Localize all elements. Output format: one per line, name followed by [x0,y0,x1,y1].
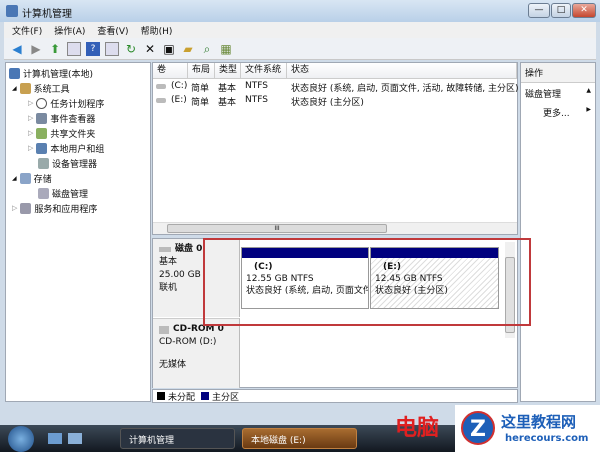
device-manager-icon [38,157,49,169]
menu-bar: 文件(F) 操作(A) 查看(V) 帮助(H) [4,22,596,38]
actions-title: 操作 [521,63,595,83]
settings-icon[interactable]: ▦ [219,42,233,56]
watermark-logo: Z [461,411,495,445]
cdrom-icon [159,325,169,334]
column-filesystem[interactable]: 文件系统 [241,63,287,79]
start-button[interactable] [8,426,34,452]
title-bar: 计算机管理 — □ ✕ [0,0,600,22]
actions-more[interactable]: 更多... ▶ [521,104,595,121]
expander-icon[interactable]: ▷ [28,99,33,107]
menu-help[interactable]: 帮助(H) [141,24,173,37]
column-type[interactable]: 类型 [215,63,241,79]
disk-icon [38,187,49,199]
tree-item-device-manager[interactable]: 设备管理器 [38,156,97,170]
storage-icon [19,172,31,184]
tree-item-system-tools[interactable]: ◢ 系统工具 [12,81,70,95]
show-hide-action-icon[interactable] [105,41,119,56]
watermark: 电脑 Z 这里教程网 herecours.com [395,405,600,452]
back-icon[interactable]: ◀ [10,42,24,56]
actions-section-disk-management[interactable]: 磁盘管理 ▲ [521,83,595,104]
horizontal-scrollbar[interactable]: III [153,222,517,234]
maximize-button[interactable]: □ [551,3,571,18]
scrollbar-thumb[interactable]: III [167,224,387,233]
actions-pane: 操作 磁盘管理 ▲ 更多... ▶ [520,62,596,402]
open-icon[interactable]: ▰ [181,42,195,56]
disk-icon [159,247,171,252]
properties-icon[interactable]: ▣ [162,42,176,56]
explorer-icon[interactable] [68,433,82,444]
tree-item-computer-management[interactable]: 计算机管理(本地) [9,66,93,80]
tree-item-event-viewer[interactable]: ▷ 事件查看器 [28,111,95,125]
delete-icon[interactable]: ✕ [143,42,157,56]
highlight-annotation [203,238,531,326]
menu-view[interactable]: 查看(V) [97,24,128,37]
expander-icon[interactable]: ▷ [12,204,17,212]
expander-icon[interactable]: ▷ [28,144,33,152]
tree-item-local-users[interactable]: ▷ 本地用户和组 [28,141,104,155]
show-hide-tree-icon[interactable] [67,41,81,56]
search-icon[interactable]: ⌕ [200,42,214,56]
unallocated-swatch [157,392,165,400]
users-icon [36,142,48,154]
refresh-icon[interactable]: ↻ [124,42,138,56]
tree-item-services-apps[interactable]: ▷ 服务和应用程序 [12,201,97,215]
close-button[interactable]: ✕ [572,3,596,18]
minimize-button[interactable]: — [528,3,550,18]
forward-icon[interactable]: ▶ [29,42,43,56]
clock-icon [36,97,48,109]
expander-icon[interactable]: ▷ [28,114,33,122]
column-layout[interactable]: 布局 [188,63,215,79]
tools-icon [19,82,31,94]
show-desktop-icon[interactable] [48,433,62,444]
tree-item-task-scheduler[interactable]: ▷ 任务计划程序 [28,96,104,110]
services-icon [20,202,32,214]
tree-item-disk-management[interactable]: 磁盘管理 [38,186,88,200]
expander-icon[interactable]: ◢ [12,175,17,182]
taskbar-item-local-disk-e[interactable]: 本地磁盘 (E:) [242,428,357,449]
menu-action[interactable]: 操作(A) [54,24,85,37]
event-viewer-icon [36,112,48,124]
tree-item-shared-folders[interactable]: ▷ 共享文件夹 [28,126,95,140]
up-icon[interactable]: ⬆ [48,42,62,56]
drive-icon [156,84,166,89]
volume-list: 卷 布局 类型 文件系统 状态 (C:) 简单 基本 NTFS 状态良好 (系统… [152,62,519,235]
computer-icon [9,67,20,79]
app-icon [6,5,18,17]
drive-icon [156,98,166,103]
column-status[interactable]: 状态 [287,63,517,79]
shared-folder-icon [36,127,48,139]
help-icon[interactable]: ? [86,41,100,56]
navigation-tree: 计算机管理(本地) ◢ 系统工具 ▷ 任务计划程序 ▷ 事件查看器 ▷ 共享文件夹 ▷ 本… [5,62,151,402]
expander-icon[interactable]: ◢ [12,85,17,92]
legend: 未分配 主分区 [152,389,518,403]
collapse-icon[interactable]: ▲ [586,87,591,100]
column-volume[interactable]: 卷 [153,63,188,79]
window-title: 计算机管理 [22,9,72,20]
primary-partition-swatch [201,392,210,400]
tree-item-storage[interactable]: ◢ 存储 [12,171,52,185]
expander-icon[interactable]: ▷ [28,129,33,137]
cdrom-0-label[interactable]: CD-ROM 0 CD-ROM (D:) 无媒体 [153,318,240,388]
taskbar-item-computer-management[interactable]: 计算机管理 [120,428,235,449]
menu-file[interactable]: 文件(F) [12,24,42,37]
chevron-right-icon: ▶ [586,106,591,113]
toolbar: ◀ ▶ ⬆ ? ↻ ✕ ▣ ▰ ⌕ ▦ [4,38,596,60]
